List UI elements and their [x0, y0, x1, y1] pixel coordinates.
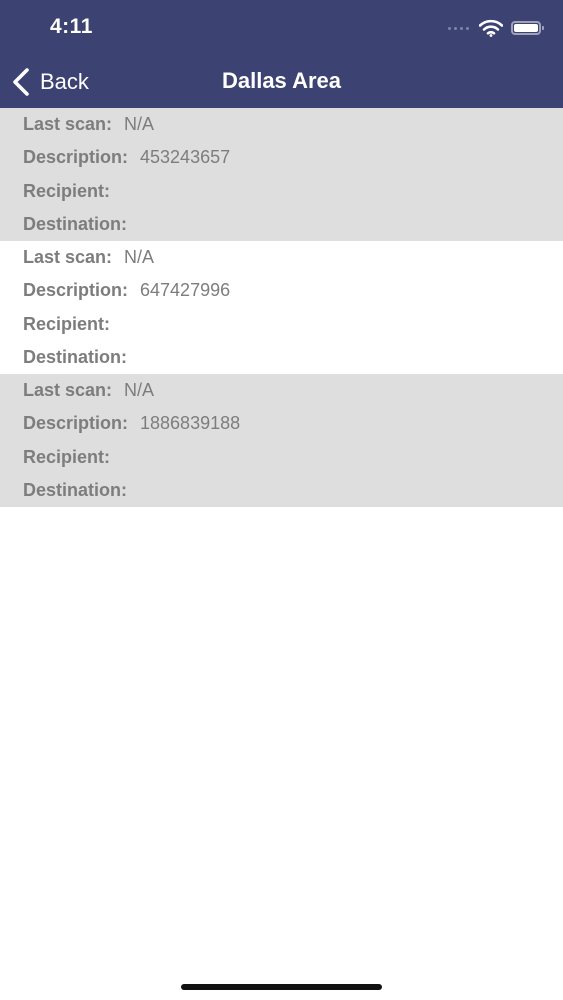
description-row: Description: 647427996: [23, 274, 563, 307]
battery-icon: [511, 21, 544, 35]
last-scan-row: Last scan: N/A: [23, 108, 563, 141]
description-row: Description: 1886839188: [23, 407, 563, 440]
destination-label: Destination:: [23, 479, 128, 500]
cellular-signal-icon: [448, 26, 469, 30]
wifi-icon: [479, 19, 503, 37]
destination-row: Destination:: [23, 341, 563, 374]
last-scan-label: Last scan:: [23, 114, 113, 134]
last-scan-label: Last scan:: [23, 247, 113, 267]
page-title: Dallas Area: [221, 68, 342, 93]
destination-row: Destination:: [23, 208, 563, 241]
destination-label: Destination:: [23, 346, 128, 367]
list-item[interactable]: Last scan: N/A Description: 647427996 Reci…: [0, 241, 563, 374]
last-scan-value: N/A: [124, 380, 155, 400]
destination-row: Destination:: [23, 474, 563, 507]
status-bar-icons: [448, 17, 544, 39]
description-label: Description:: [23, 413, 129, 434]
recipient-label: Recipient:: [23, 313, 111, 334]
recipient-row: Recipient:: [23, 175, 563, 208]
recipient-label: Recipient:: [23, 180, 111, 201]
last-scan-row: Last scan: N/A: [23, 241, 563, 274]
recipient-row: Recipient:: [23, 441, 563, 474]
list-item[interactable]: Last scan: N/A Description: 453243657 Reci…: [0, 108, 563, 241]
description-value: 1886839188: [140, 413, 241, 434]
list-item[interactable]: Last scan: N/A Description: 1886839188 Rec…: [0, 374, 563, 507]
destination-label: Destination:: [23, 213, 128, 234]
recipient-label: Recipient:: [23, 446, 111, 467]
last-scan-row: Last scan: N/A: [23, 374, 563, 407]
description-label: Description:: [23, 147, 129, 168]
description-value: 647427996: [140, 280, 231, 301]
description-row: Description: 453243657: [23, 141, 563, 174]
navigation-header: 4:11 Back Dallas Area: [0, 0, 563, 108]
last-scan-value: N/A: [124, 114, 155, 134]
description-label: Description:: [23, 280, 129, 301]
shipment-list: Last scan: N/A Description: 453243657 Reci…: [0, 108, 563, 507]
description-value: 453243657: [140, 147, 231, 168]
last-scan-value: N/A: [124, 247, 155, 267]
recipient-row: Recipient:: [23, 308, 563, 341]
home-indicator[interactable]: [181, 984, 382, 990]
status-bar-time: 4:11: [50, 15, 93, 38]
last-scan-label: Last scan:: [23, 380, 113, 400]
